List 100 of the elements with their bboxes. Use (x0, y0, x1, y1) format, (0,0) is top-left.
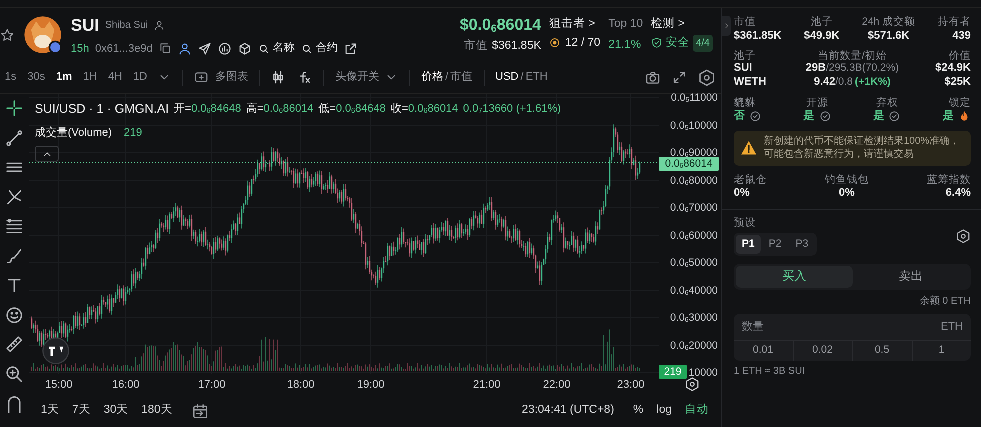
time-axis-label: 18:00 (287, 378, 315, 393)
stat-label: 开源 (806, 96, 830, 110)
smiley-icon[interactable] (5, 306, 24, 324)
quick-amount-button[interactable]: 1 (912, 340, 971, 360)
amount-field[interactable]: 数量 (734, 314, 941, 340)
ohlc-value: 低=0.0$_{6}$84648 (318, 102, 386, 118)
token-symbol: SUI (71, 15, 100, 37)
stat-value: 6.4% (944, 187, 971, 200)
preset-tab[interactable]: P1 (736, 234, 761, 254)
camera-icon[interactable] (645, 70, 661, 86)
multi-chart-button[interactable]: 多图表 (194, 70, 248, 85)
function-icon[interactable] (297, 70, 312, 85)
security-value: 否 (734, 110, 745, 124)
search-link[interactable]: 名称 (258, 42, 295, 56)
price-change: 0.0$_{7}$13660 (+1.61%) (463, 102, 562, 118)
interval-tab[interactable]: 30s (28, 70, 46, 84)
interval-tab[interactable]: 1s (5, 70, 17, 84)
price-axis-label: 0.0$_{6}$60000 (670, 228, 718, 242)
search-icon (258, 42, 270, 55)
external-link-icon[interactable] (344, 42, 358, 56)
side-tab[interactable]: 卖出 (852, 266, 969, 288)
pool-token: SUI (734, 62, 754, 76)
range-button[interactable]: 180天 (142, 404, 173, 418)
quick-amount-button[interactable]: 0.02 (792, 340, 852, 360)
volume-value: 219 (124, 126, 142, 141)
toggle-option[interactable]: 市值 (450, 70, 473, 84)
trend-line-icon[interactable] (5, 128, 24, 148)
scale-option[interactable]: 自动 (685, 404, 709, 418)
add-chart-icon (194, 70, 210, 85)
price-axis-label: 0.0$_{6}$70000 (670, 201, 718, 215)
quick-amount-button[interactable]: 0.5 (852, 340, 912, 360)
chart-circle-icon[interactable] (218, 42, 232, 56)
stat-label: 貔貅 (734, 96, 757, 110)
stat-value: 0% (838, 187, 856, 200)
top10-label: Top 10 (608, 17, 644, 32)
check-circle-icon (749, 110, 762, 124)
pool-change: (+1K%) (855, 76, 891, 89)
time-axis-label: 16:00 (112, 378, 140, 393)
price-axis-label: 0.0$_{6}$40000 (670, 284, 718, 298)
stat-label: 锁定 (948, 96, 971, 110)
range-button[interactable]: 30天 (104, 404, 129, 418)
preset-tab[interactable]: P3 (790, 234, 815, 254)
preset-settings-icon[interactable] (956, 228, 971, 244)
check-circle-icon (888, 110, 902, 124)
unit-label: ETH (941, 314, 971, 340)
person-icon[interactable] (178, 42, 192, 56)
settings-icon[interactable] (698, 68, 716, 86)
scale-option[interactable]: log (656, 404, 672, 418)
ohlc-value: 开=0.0$_{6}$84648 (174, 102, 242, 118)
fullscreen-icon[interactable] (672, 70, 687, 85)
sniper-count: 12 / 70 (565, 36, 601, 51)
check-link[interactable]: 检测 > (651, 18, 713, 32)
stat-label: 老鼠仓 (734, 174, 767, 186)
date-range-icon[interactable] (192, 402, 209, 420)
scale-option[interactable]: % (633, 404, 644, 418)
column-header: 当前数量/初始 (817, 50, 888, 62)
copy-icon[interactable] (158, 42, 172, 56)
preset-tab[interactable]: P2 (762, 234, 788, 254)
token-name: Shiba Sui (105, 19, 148, 34)
quick-amount-button[interactable]: 0.01 (734, 340, 792, 360)
interval-tab[interactable]: 1m (56, 70, 72, 84)
ohlc-value: 高=0.0$_{6}$86014 (246, 102, 314, 118)
toggle-option[interactable]: ETH (526, 70, 548, 84)
interval-tab[interactable]: 1H (83, 70, 98, 84)
candles-icon[interactable] (271, 70, 286, 85)
separator-slash: / (520, 70, 524, 86)
pitchfork-icon[interactable] (5, 188, 24, 206)
brush-icon[interactable] (5, 246, 24, 266)
interval-tab[interactable]: 4H (108, 70, 122, 84)
crosshair-icon[interactable] (5, 99, 24, 118)
axis-settings-icon[interactable] (685, 377, 700, 392)
side-tab[interactable]: 买入 (736, 266, 852, 288)
price-axis-label: 0.0$_{6}$80000 (670, 174, 718, 188)
search-link[interactable]: 合约 (300, 42, 338, 56)
time-axis-label: 17:00 (198, 378, 226, 393)
cube-icon[interactable] (238, 42, 252, 56)
pool-value: $25K (944, 76, 971, 89)
send-icon[interactable] (198, 42, 212, 56)
collapse-handle[interactable] (722, 16, 731, 36)
price-axis-label: 0.0$_{6}$90000 (670, 146, 718, 160)
volume-label: 成交量(Volume) (35, 126, 112, 141)
avatar-toggle[interactable]: 头像开关 (335, 70, 398, 84)
toggle-option[interactable]: USD (496, 70, 519, 84)
top10-value: 21.1% (608, 38, 642, 52)
star-icon[interactable] (0, 28, 15, 42)
interval-tab[interactable]: 1D (133, 70, 148, 84)
ohlc-value: 收=0.0$_{6}$86014 (390, 102, 458, 118)
clock-time: 23:04:41 (UTC+8) (522, 403, 614, 418)
magnet-icon[interactable] (5, 394, 24, 413)
zoom-in-icon[interactable] (5, 364, 24, 384)
range-button[interactable]: 1天 (41, 404, 60, 418)
range-button[interactable]: 7天 (72, 404, 91, 418)
column-header: 池子 (734, 50, 757, 62)
rate-text: 1 ETH ≈ 3B SUI (734, 366, 806, 378)
snipers-link[interactable]: 狙击者 > (549, 18, 601, 32)
ruler-icon[interactable] (5, 335, 24, 354)
fibonacci-icon[interactable] (5, 217, 24, 236)
toggle-option[interactable]: 价格 (421, 70, 444, 84)
logo-icon[interactable] (42, 337, 70, 365)
token-address: 0x61...3e9d (95, 42, 153, 56)
